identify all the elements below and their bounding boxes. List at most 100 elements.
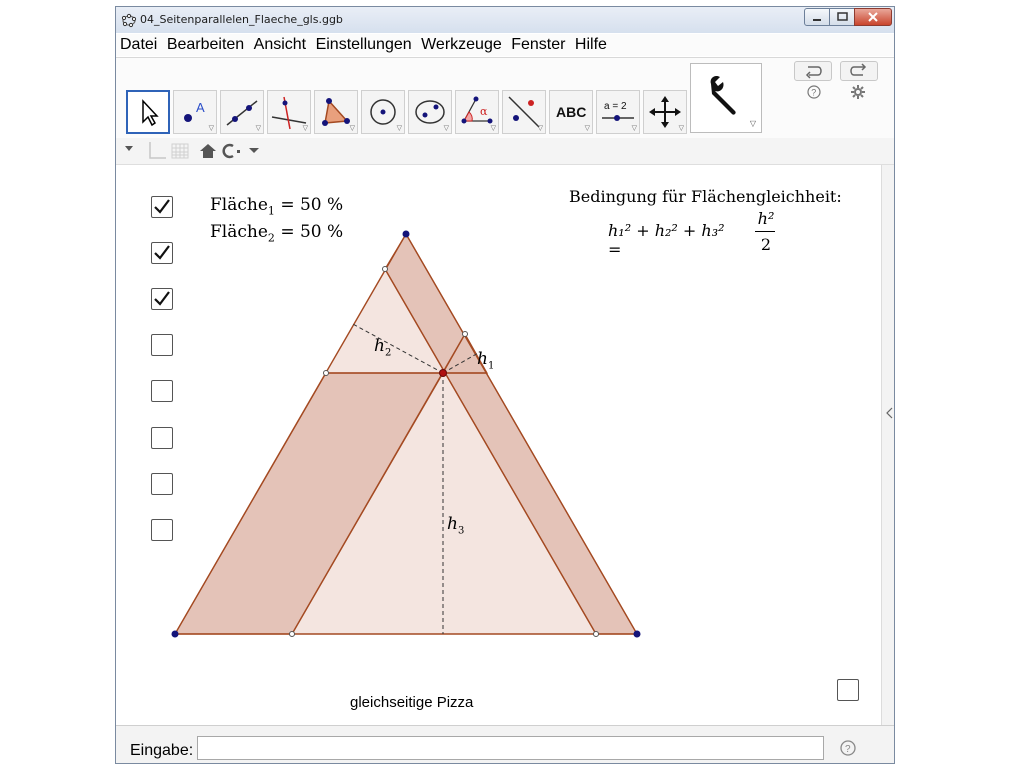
- expand-triangle-icon: ▽: [302, 125, 308, 132]
- menu-hilfe[interactable]: Hilfe: [575, 34, 607, 56]
- slider-tool-button[interactable]: a = 2 ▽: [596, 90, 640, 134]
- expand-triangle-icon: ▽: [749, 119, 756, 128]
- flaeche1-value: = 50 %: [280, 195, 344, 215]
- arrow-cursor-icon: [142, 99, 159, 127]
- tool-settings-button[interactable]: ▽: [690, 63, 762, 133]
- input-bar: Eingabe: ?: [116, 725, 894, 763]
- h2-label: h2: [374, 336, 391, 358]
- flaeche2-sub: 2: [267, 231, 275, 245]
- expand-triangle-icon: ▽: [678, 125, 684, 132]
- redo-button[interactable]: [840, 61, 878, 81]
- formula-denominator: 2: [760, 235, 772, 254]
- bedingung-title: Bedingung für Flächengleichheit:: [569, 187, 842, 206]
- expand-triangle-icon: ▽: [349, 125, 355, 132]
- collapse-stylebar-icon[interactable]: [125, 146, 133, 151]
- menu-werkzeuge[interactable]: Werkzeuge: [421, 34, 502, 56]
- graphics-view[interactable]: Fläche1 = 50 % Fläche2 = 50 % Bedingung …: [116, 165, 881, 725]
- undo-button[interactable]: [794, 61, 832, 81]
- expand-triangle-icon: ▽: [537, 125, 543, 132]
- expand-triangle-icon: ▽: [255, 125, 261, 132]
- menu-fenster[interactable]: Fenster: [511, 34, 565, 56]
- flaeche1-sub: 1: [267, 204, 275, 218]
- menu-bar: Datei Bearbeiten Ansicht Einstellungen W…: [116, 34, 894, 56]
- angle-tool-label: α: [480, 105, 488, 118]
- caption-text: gleichseitige Pizza: [350, 694, 474, 711]
- flaeche1-text: Fläche1 = 50 %: [210, 195, 343, 217]
- perpendicular-tool-button[interactable]: ▽: [267, 90, 311, 134]
- inner-point[interactable]: [439, 369, 447, 377]
- h1-sub: 1: [487, 360, 495, 372]
- move-view-tool-button[interactable]: ▽: [643, 90, 687, 134]
- expand-triangle-icon: ▽: [631, 125, 637, 132]
- point-tool-label: A: [196, 100, 205, 115]
- expand-triangle-icon: ▽: [443, 125, 449, 132]
- window-title: 04_Seitenparallelen_Flaeche_gls.ggb: [140, 13, 343, 26]
- geogebra-logo-icon: [121, 13, 137, 28]
- close-button[interactable]: [854, 8, 892, 26]
- help-icon[interactable]: ?: [806, 84, 822, 100]
- move-tool-button[interactable]: [126, 90, 170, 134]
- h3-sub: 3: [457, 525, 465, 537]
- undo-icon: [805, 66, 822, 79]
- style-bar: [116, 138, 894, 165]
- redo-icon: [850, 63, 867, 76]
- toolbar: A ▽ ▽ ▽ ▽ ▽ ▽ α ▽ ▽ ABC ▽ a = 2 ▽ ▽ ▽ ?: [116, 57, 894, 138]
- h1-letter: h: [477, 349, 488, 369]
- text-tool-label: ABC: [556, 104, 586, 120]
- grid-toggle-icon[interactable]: [171, 143, 189, 159]
- menu-datei[interactable]: Datei: [120, 34, 157, 56]
- h2-letter: h: [374, 336, 385, 356]
- point-small[interactable]: [289, 631, 295, 637]
- expand-triangle-icon: ▽: [208, 125, 214, 132]
- flaeche2-label: Fläche: [210, 222, 268, 242]
- point-tool-button[interactable]: A ▽: [173, 90, 217, 134]
- formula-lhs: h₁² + h₂² + h₃² =: [608, 221, 725, 259]
- slider-tool-label: a = 2: [604, 101, 627, 112]
- expand-triangle-icon: ▽: [490, 125, 496, 132]
- title-bar: 04_Seitenparallelen_Flaeche_gls.ggb: [116, 7, 894, 33]
- dropdown-arrow-icon[interactable]: [249, 148, 259, 153]
- point-small[interactable]: [593, 631, 599, 637]
- vertex-top[interactable]: [402, 230, 410, 238]
- input-help-icon[interactable]: ?: [839, 739, 857, 757]
- h2-sub: 2: [384, 347, 392, 359]
- minimize-button[interactable]: [804, 8, 830, 26]
- vertex-left[interactable]: [171, 630, 179, 638]
- input-label: Eingabe:: [130, 742, 194, 759]
- text-tool-button[interactable]: ABC ▽: [549, 90, 593, 134]
- angle-tool-button[interactable]: α ▽: [455, 90, 499, 134]
- point-small[interactable]: [462, 331, 468, 337]
- polygon-tool-button[interactable]: ▽: [314, 90, 358, 134]
- input-field[interactable]: [197, 736, 824, 760]
- h3-letter: h: [447, 514, 458, 534]
- svg-text:?: ?: [811, 88, 816, 98]
- home-icon[interactable]: [200, 144, 216, 158]
- formula-fraction-bar: [755, 231, 775, 232]
- side-panel-toggle[interactable]: [881, 165, 894, 725]
- conic-tool-button[interactable]: ▽: [408, 90, 452, 134]
- flaeche1-label: Fläche: [210, 195, 268, 215]
- gear-icon[interactable]: [850, 84, 866, 100]
- point-small[interactable]: [323, 370, 329, 376]
- menu-bearbeiten[interactable]: Bearbeiten: [167, 34, 244, 56]
- expand-left-icon: [886, 407, 893, 419]
- formula-numerator: h²: [757, 209, 775, 228]
- point-small[interactable]: [382, 266, 388, 272]
- axes-toggle-icon[interactable]: [149, 142, 166, 159]
- flaeche2-value: = 50 %: [280, 222, 344, 242]
- point-capture-icon[interactable]: [222, 143, 234, 159]
- flaeche2-text: Fläche2 = 50 %: [210, 222, 343, 244]
- geogebra-window: 04_Seitenparallelen_Flaeche_gls.ggb Date…: [115, 6, 895, 764]
- reflect-tool-button[interactable]: ▽: [502, 90, 546, 134]
- h3-label: h3: [447, 514, 464, 536]
- vertex-right[interactable]: [633, 630, 641, 638]
- maximize-button[interactable]: [829, 8, 855, 26]
- circle-tool-button[interactable]: ▽: [361, 90, 405, 134]
- expand-triangle-icon: ▽: [396, 125, 402, 132]
- line-tool-button[interactable]: ▽: [220, 90, 264, 134]
- h1-label: h1: [477, 349, 494, 371]
- menu-ansicht[interactable]: Ansicht: [254, 34, 306, 56]
- menu-einstellungen[interactable]: Einstellungen: [316, 34, 412, 56]
- svg-text:?: ?: [845, 744, 851, 755]
- style-bar-icons: [125, 142, 259, 159]
